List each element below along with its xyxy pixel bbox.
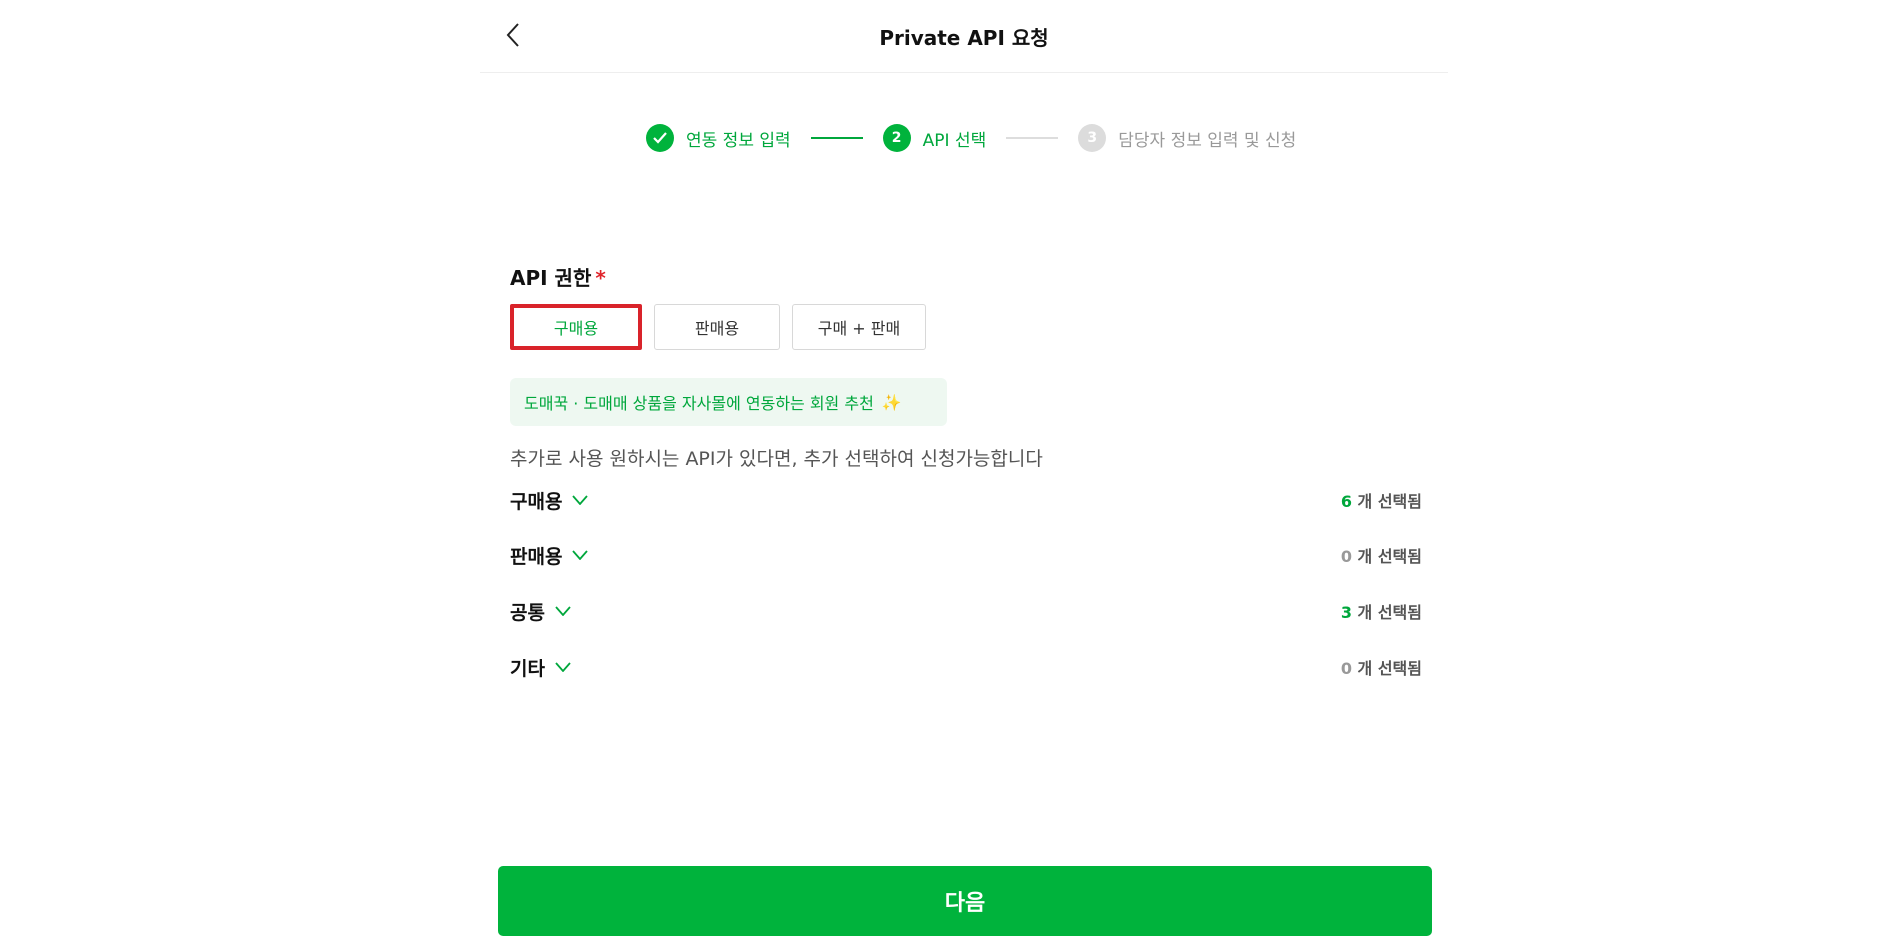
chevron-down-icon [555,606,571,616]
required-mark: * [595,266,606,290]
category-toggle-purchase[interactable]: 구매용 [510,487,589,514]
count-suffix: 개 선택됨 [1357,603,1422,622]
recommendation-text: 도매꾹 · 도매매 상품을 자사몰에 연동하는 회원 추천 [524,394,874,413]
category-name: 기타 [510,657,545,680]
step-connector-1 [810,137,863,139]
count-number: 3 [1340,603,1352,622]
step-connector-2 [1006,137,1059,139]
chevron-down-icon [572,550,589,560]
permission-option-purchase[interactable]: 구매용 [510,304,642,350]
step-3-label: 담당자 정보 입력 및 신청 [1118,130,1297,151]
count-number: 6 [1340,492,1352,511]
recommendation-banner: 도매꾹 · 도매매 상품을 자사몰에 연동하는 회원 추천 ✨ [510,378,947,426]
step-2: 2 API 선택 [882,124,987,152]
category-selected-count: 3 개 선택됨 [1341,599,1422,623]
category-selected-count: 0 개 선택됨 [1341,543,1422,567]
category-toggle-common[interactable]: 공통 [510,598,571,625]
sparkle-icon: ✨ [881,392,902,412]
step-1-check-icon [646,124,674,152]
count-suffix: 개 선택됨 [1357,547,1422,566]
category-selected-count: 6 개 선택됨 [1341,488,1422,512]
count-number: 0 [1340,659,1352,678]
permission-option-sales[interactable]: 판매용 [654,304,780,350]
category-toggle-etc[interactable]: 기타 [510,654,571,681]
count-suffix: 개 선택됨 [1357,492,1422,511]
chevron-down-icon [555,662,571,672]
step-3-number: 3 [1078,124,1107,152]
category-name: 공통 [510,601,545,624]
api-permission-title: API 권한 * [510,262,606,291]
category-row-sales: 판매용 0 개 선택됨 [510,540,1422,570]
category-row-etc: 기타 0 개 선택됨 [510,652,1422,682]
permission-options: 구매용 판매용 구매 + 판매 [510,304,926,350]
next-button[interactable]: 다음 [498,866,1432,936]
api-permission-label: API 권한 [510,266,592,290]
count-number: 0 [1340,547,1352,566]
page-title: Private API 요청 [879,26,1049,50]
progress-stepper: 연동 정보 입력 2 API 선택 3 담당자 정보 입력 및 신청 [646,122,1296,154]
chevron-down-icon [572,495,589,505]
page-header: Private API 요청 [480,0,1448,73]
category-name: 구매용 [510,490,563,513]
category-name: 판매용 [510,545,563,568]
count-suffix: 개 선택됨 [1357,659,1422,678]
permission-option-both[interactable]: 구매 + 판매 [792,304,926,350]
step-3: 3 담당자 정보 입력 및 신청 [1078,124,1296,152]
step-1-label: 연동 정보 입력 [686,130,791,151]
category-row-common: 공통 3 개 선택됨 [510,596,1422,626]
category-selected-count: 0 개 선택됨 [1341,655,1422,679]
category-row-purchase: 구매용 6 개 선택됨 [510,485,1422,515]
step-1: 연동 정보 입력 [646,124,791,152]
category-toggle-sales[interactable]: 판매용 [510,542,589,569]
step-2-label: API 선택 [922,130,987,151]
additional-api-description: 추가로 사용 원하시는 API가 있다면, 추가 선택하여 신청가능합니다 [510,448,1043,470]
step-2-number: 2 [882,124,911,152]
